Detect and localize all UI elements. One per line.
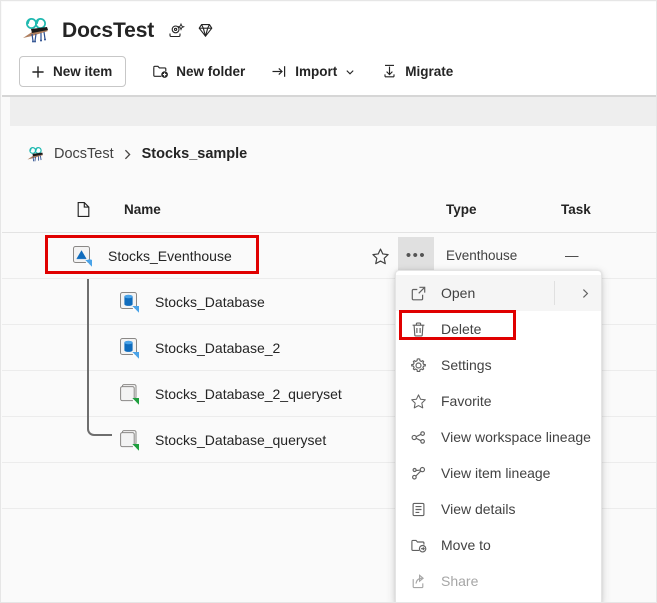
menu-item-move-to[interactable]: Move to bbox=[396, 527, 601, 563]
star-icon bbox=[409, 392, 427, 410]
page-title: DocsTest bbox=[62, 18, 155, 42]
kql-queryset-icon bbox=[118, 428, 142, 452]
menu-item-view-workspace-lineage[interactable]: View workspace lineage bbox=[396, 419, 601, 455]
details-icon bbox=[409, 500, 427, 518]
import-button-label: Import bbox=[295, 64, 338, 79]
menu-item-open[interactable]: Open bbox=[396, 275, 601, 311]
command-bar: New item New folder Import Migrate bbox=[19, 55, 464, 88]
item-name-label: Stocks_Database_2 bbox=[155, 339, 281, 356]
migrate-button[interactable]: Migrate bbox=[370, 56, 464, 87]
kql-queryset-icon bbox=[118, 382, 142, 406]
plus-icon bbox=[29, 63, 46, 80]
item-name-cell[interactable]: Stocks_Eventhouse bbox=[71, 233, 232, 278]
menu-item-move-to-label: Move to bbox=[441, 537, 491, 553]
menu-item-divider bbox=[554, 281, 555, 305]
menu-item-delete-label: Delete bbox=[441, 321, 482, 337]
breadcrumb-item-workspace[interactable]: DocsTest bbox=[54, 146, 114, 162]
secondary-toolbar-band bbox=[10, 97, 656, 126]
column-header-file-type-icon[interactable] bbox=[76, 186, 91, 232]
workspace-header: DocsTest New item New folder Import Migr… bbox=[2, 2, 656, 95]
kql-database-icon bbox=[118, 336, 142, 360]
menu-item-delete[interactable]: Delete bbox=[396, 311, 601, 347]
column-header-type[interactable]: Type bbox=[446, 186, 477, 232]
item-name-cell[interactable]: Stocks_Database_2 bbox=[118, 325, 280, 370]
breadcrumb: DocsTest Stocks_sample bbox=[25, 143, 247, 165]
menu-item-share-label: Share bbox=[441, 573, 479, 589]
workspace-title-row: DocsTest bbox=[19, 13, 215, 47]
import-button[interactable]: Import bbox=[260, 56, 366, 87]
new-item-button[interactable]: New item bbox=[19, 56, 127, 87]
menu-item-settings-label: Settings bbox=[441, 357, 492, 373]
menu-item-view-details[interactable]: View details bbox=[396, 491, 601, 527]
menu-item-favorite[interactable]: Favorite bbox=[396, 383, 601, 419]
favorite-star-icon[interactable] bbox=[366, 242, 394, 270]
move-to-folder-icon bbox=[409, 536, 427, 554]
trash-icon bbox=[409, 320, 427, 338]
menu-item-view-item-lineage[interactable]: View item lineage bbox=[396, 455, 601, 491]
menu-item-view-details-label: View details bbox=[441, 501, 516, 517]
diamond-icon[interactable] bbox=[195, 20, 215, 40]
band-left-gutter bbox=[2, 97, 10, 126]
item-name-cell[interactable]: Stocks_Database_2_queryset bbox=[118, 371, 342, 416]
fabric-workspace-page: DocsTest New item New folder Import Migr… bbox=[0, 0, 657, 603]
eventhouse-icon bbox=[71, 244, 95, 268]
breadcrumb-item-current: Stocks_sample bbox=[141, 146, 248, 162]
new-folder-icon bbox=[152, 63, 169, 80]
share-icon bbox=[409, 572, 427, 590]
new-item-button-label: New item bbox=[53, 64, 113, 79]
item-name-label: Stocks_Database_queryset bbox=[155, 431, 327, 448]
menu-item-view-item-lineage-label: View item lineage bbox=[441, 465, 551, 481]
ai-sparkle-icon[interactable] bbox=[166, 20, 186, 40]
column-header-task[interactable]: Task bbox=[561, 186, 591, 232]
row-context-menu: Open Delete Settings Favorite View works… bbox=[395, 270, 602, 602]
menu-item-open-label: Open bbox=[441, 285, 476, 301]
menu-item-view-workspace-lineage-label: View workspace lineage bbox=[441, 429, 591, 445]
open-external-icon bbox=[409, 284, 427, 302]
new-folder-button-label: New folder bbox=[176, 64, 246, 79]
breadcrumb-separator-icon bbox=[122, 147, 134, 161]
migrate-button-label: Migrate bbox=[405, 64, 454, 79]
item-name-label: Stocks_Eventhouse bbox=[108, 247, 232, 264]
item-name-cell[interactable]: Stocks_Database_queryset bbox=[118, 417, 326, 462]
menu-item-settings[interactable]: Settings bbox=[396, 347, 601, 383]
item-lineage-icon bbox=[409, 464, 427, 482]
import-icon bbox=[271, 63, 288, 80]
new-folder-button[interactable]: New folder bbox=[141, 56, 256, 87]
gear-icon bbox=[409, 356, 427, 374]
menu-item-favorite-label: Favorite bbox=[441, 393, 492, 409]
item-name-cell[interactable]: Stocks_Database bbox=[118, 279, 265, 324]
kql-database-icon bbox=[118, 290, 142, 314]
menu-item-share: Share bbox=[396, 563, 601, 599]
migrate-icon bbox=[381, 63, 398, 80]
lineage-icon bbox=[409, 428, 427, 446]
item-name-label: Stocks_Database_2_queryset bbox=[155, 385, 342, 402]
row-more-actions-button[interactable]: ••• bbox=[398, 237, 434, 274]
table-header-row: Name Type Task bbox=[2, 186, 656, 233]
item-name-label: Stocks_Database bbox=[155, 293, 265, 310]
chevron-right-icon[interactable] bbox=[579, 275, 592, 311]
chevron-down-icon bbox=[345, 67, 355, 77]
workspace-avatar-icon bbox=[25, 144, 46, 165]
workspace-avatar-icon bbox=[19, 13, 53, 47]
column-header-name[interactable]: Name bbox=[124, 186, 161, 232]
